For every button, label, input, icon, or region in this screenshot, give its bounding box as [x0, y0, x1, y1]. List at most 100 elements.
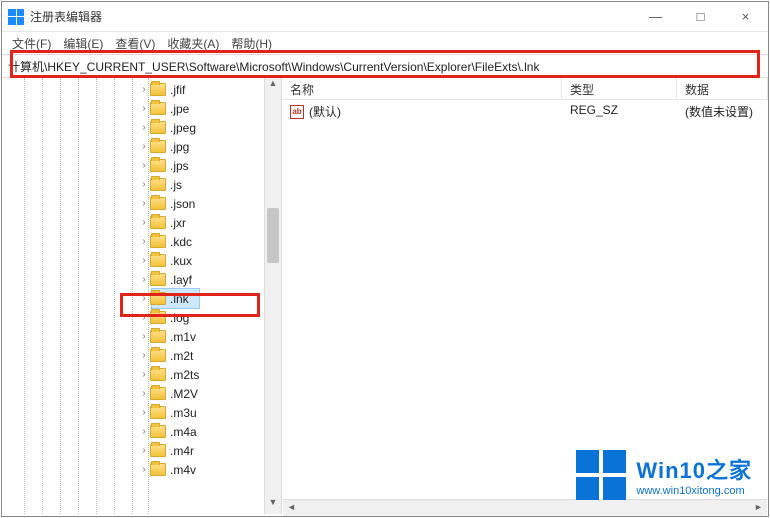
scroll-down-icon[interactable]: ▼: [265, 497, 281, 514]
menu-favorites[interactable]: 收藏夹(A): [161, 35, 225, 52]
menu-edit[interactable]: 编辑(E): [57, 35, 109, 52]
chevron-right-icon[interactable]: ›: [138, 445, 150, 456]
watermark-title: Win10之家: [636, 453, 752, 485]
folder-icon: [150, 254, 166, 267]
tree-item-m2t[interactable]: ›.m2t: [152, 346, 199, 365]
tree-item-label: .log: [170, 311, 189, 325]
chevron-right-icon[interactable]: ›: [138, 312, 150, 323]
tree-item-label: .m1v: [170, 330, 196, 344]
tree-item-m4v[interactable]: ›.m4v: [152, 460, 199, 479]
scroll-thumb[interactable]: [267, 208, 279, 263]
tree-item-jxr[interactable]: ›.jxr: [152, 213, 199, 232]
registry-editor-icon: [8, 9, 24, 25]
tree-item-jps[interactable]: ›.jps: [152, 156, 199, 175]
window-title: 注册表编辑器: [30, 8, 633, 25]
chevron-right-icon[interactable]: ›: [138, 103, 150, 114]
menu-file[interactable]: 文件(F): [6, 35, 57, 52]
folder-icon: [150, 235, 166, 248]
menu-view[interactable]: 查看(V): [109, 35, 161, 52]
col-name[interactable]: 名称: [282, 78, 562, 99]
tree-item-jfif[interactable]: ›.jfif: [152, 80, 199, 99]
string-value-icon: ab: [290, 105, 304, 119]
tree-item-label: .jpe: [170, 102, 189, 116]
value-row[interactable]: ab(默认)REG_SZ(数值未设置): [282, 100, 768, 123]
tree-item-label: .jpg: [170, 140, 189, 154]
tree-item-label: .js: [170, 178, 182, 192]
address-text: 计算机\HKEY_CURRENT_USER\Software\Microsoft…: [8, 58, 539, 75]
tree-item-label: .jxr: [170, 216, 186, 230]
col-data[interactable]: 数据: [677, 78, 768, 99]
folder-icon: [150, 159, 166, 172]
tree-item-kux[interactable]: ›.kux: [152, 251, 199, 270]
chevron-right-icon[interactable]: ›: [138, 388, 150, 399]
folder-icon: [150, 140, 166, 153]
chevron-right-icon[interactable]: ›: [138, 217, 150, 228]
close-button[interactable]: ×: [723, 2, 768, 31]
tree-item-log[interactable]: ›.log: [152, 308, 199, 327]
maximize-button[interactable]: □: [678, 2, 723, 31]
chevron-right-icon[interactable]: ›: [138, 141, 150, 152]
folder-icon: [150, 444, 166, 457]
list-h-scrollbar[interactable]: ◄ ►: [283, 499, 767, 516]
chevron-right-icon[interactable]: ›: [138, 84, 150, 95]
chevron-right-icon[interactable]: ›: [138, 255, 150, 266]
chevron-right-icon[interactable]: ›: [138, 407, 150, 418]
tree-list: ›.jfif›.jpe›.jpeg›.jpg›.jps›.js›.json›.j…: [152, 80, 199, 479]
chevron-right-icon[interactable]: ›: [138, 160, 150, 171]
folder-icon: [150, 406, 166, 419]
folder-icon: [150, 121, 166, 134]
chevron-right-icon[interactable]: ›: [138, 293, 150, 304]
tree-item-label: .m2t: [170, 349, 193, 363]
tree-pane[interactable]: ›.jfif›.jpe›.jpeg›.jpg›.jps›.js›.json›.j…: [2, 78, 282, 514]
scroll-up-icon[interactable]: ▲: [265, 78, 281, 95]
chevron-right-icon[interactable]: ›: [138, 179, 150, 190]
chevron-right-icon[interactable]: ›: [138, 369, 150, 380]
window-frame: 注册表编辑器 — □ × 文件(F) 编辑(E) 查看(V) 收藏夹(A) 帮助…: [1, 1, 769, 517]
tree-item-lnk[interactable]: ›.lnk: [152, 289, 199, 308]
tree-item-jpe[interactable]: ›.jpe: [152, 99, 199, 118]
scroll-right-icon[interactable]: ►: [750, 502, 767, 512]
folder-icon: [150, 273, 166, 286]
tree-item-label: .m4r: [170, 444, 194, 458]
tree-item-m1v[interactable]: ›.m1v: [152, 327, 199, 346]
col-type[interactable]: 类型: [562, 78, 677, 99]
folder-icon: [150, 311, 166, 324]
chevron-right-icon[interactable]: ›: [138, 236, 150, 247]
tree-item-layf[interactable]: ›.layf: [152, 270, 199, 289]
tree-item-jpeg[interactable]: ›.jpeg: [152, 118, 199, 137]
folder-icon: [150, 292, 166, 305]
scroll-left-icon[interactable]: ◄: [283, 502, 300, 512]
folder-icon: [150, 463, 166, 476]
chevron-right-icon[interactable]: ›: [138, 198, 150, 209]
tree-item-label: .jfif: [170, 83, 185, 97]
folder-icon: [150, 387, 166, 400]
tree-item-jpg[interactable]: ›.jpg: [152, 137, 199, 156]
windows-logo-icon: [576, 450, 626, 500]
address-bar[interactable]: 计算机\HKEY_CURRENT_USER\Software\Microsoft…: [2, 54, 768, 78]
tree-item-json[interactable]: ›.json: [152, 194, 199, 213]
chevron-right-icon[interactable]: ›: [138, 464, 150, 475]
watermark-sub: www.win10xitong.com: [636, 485, 744, 497]
tree-item-m4a[interactable]: ›.m4a: [152, 422, 199, 441]
chevron-right-icon[interactable]: ›: [138, 331, 150, 342]
folder-icon: [150, 425, 166, 438]
chevron-right-icon[interactable]: ›: [138, 122, 150, 133]
chevron-right-icon[interactable]: ›: [138, 350, 150, 361]
window-controls: — □ ×: [633, 2, 768, 31]
tree-item-m3u[interactable]: ›.m3u: [152, 403, 199, 422]
tree-item-js[interactable]: ›.js: [152, 175, 199, 194]
menu-help[interactable]: 帮助(H): [225, 35, 278, 52]
tree-item-m4r[interactable]: ›.m4r: [152, 441, 199, 460]
tree-item-kdc[interactable]: ›.kdc: [152, 232, 199, 251]
tree-item-m2ts[interactable]: ›.m2ts: [152, 365, 199, 384]
tree-scrollbar[interactable]: ▲ ▼: [264, 78, 281, 514]
folder-icon: [150, 178, 166, 191]
minimize-button[interactable]: —: [633, 2, 678, 31]
folder-icon: [150, 368, 166, 381]
titlebar: 注册表编辑器 — □ ×: [2, 2, 768, 32]
list-pane: 名称 类型 数据 ab(默认)REG_SZ(数值未设置): [282, 78, 768, 514]
chevron-right-icon[interactable]: ›: [138, 426, 150, 437]
chevron-right-icon[interactable]: ›: [138, 274, 150, 285]
watermark: Win10之家 www.win10xitong.com: [576, 450, 752, 500]
tree-item-M2V[interactable]: ›.M2V: [152, 384, 199, 403]
